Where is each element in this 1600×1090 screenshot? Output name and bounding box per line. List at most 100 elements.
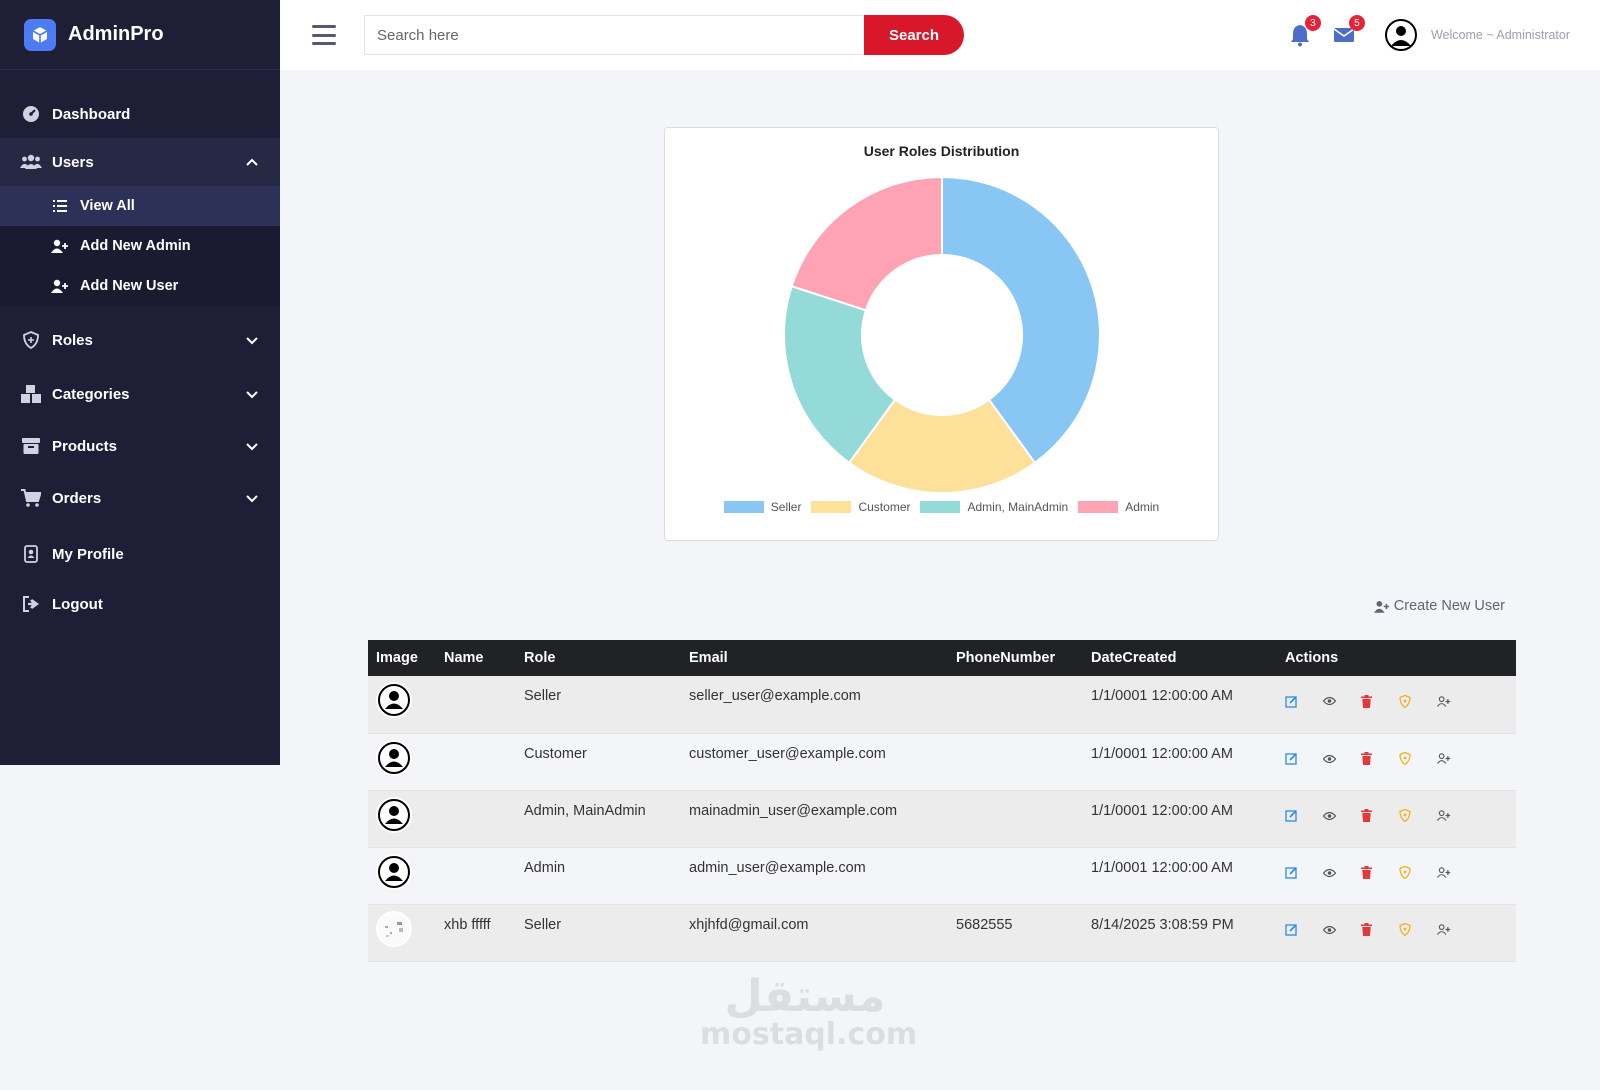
add-admin-button[interactable] bbox=[1437, 752, 1475, 766]
user-plus-icon bbox=[1437, 753, 1451, 764]
cell-name bbox=[436, 733, 516, 791]
column-header-role: Role bbox=[516, 640, 681, 676]
cell-role: Admin bbox=[516, 847, 681, 905]
user-icon bbox=[378, 798, 410, 831]
legend-swatch bbox=[1078, 501, 1119, 513]
user-plus-icon bbox=[50, 236, 70, 256]
sidebar-item-my-profile[interactable]: My Profile bbox=[0, 530, 280, 578]
photo-avatar-icon bbox=[378, 912, 410, 945]
sidebar-item-label: Logout bbox=[52, 595, 103, 613]
cell-role: Seller bbox=[516, 904, 681, 962]
edit-icon bbox=[1285, 695, 1297, 708]
column-header-date: DateCreated bbox=[1083, 640, 1277, 676]
chart-title: User Roles Distribution bbox=[863, 143, 1020, 159]
delete-button[interactable] bbox=[1361, 694, 1399, 708]
delete-button[interactable] bbox=[1361, 866, 1399, 880]
search-input[interactable] bbox=[364, 15, 864, 55]
assign-role-button[interactable] bbox=[1399, 923, 1437, 937]
legend-item[interactable]: Admin bbox=[1078, 500, 1159, 514]
sidebar-item-categories[interactable]: Categories bbox=[0, 370, 280, 418]
search-button[interactable]: Search bbox=[864, 15, 964, 55]
add-admin-button[interactable] bbox=[1437, 694, 1475, 708]
brand[interactable]: AdminPro bbox=[0, 0, 280, 70]
cell-email: mainadmin_user@example.com bbox=[681, 790, 948, 848]
users-submenu: View All Add New Admin Add New User bbox=[0, 186, 280, 306]
boxes-icon bbox=[20, 383, 42, 405]
legend-item[interactable]: Customer bbox=[811, 500, 910, 514]
assign-role-button[interactable] bbox=[1399, 809, 1437, 823]
create-new-user-link[interactable]: Create New User bbox=[1373, 598, 1505, 614]
assign-role-button[interactable] bbox=[1399, 752, 1437, 766]
sidebar-item-label: Products bbox=[52, 437, 118, 455]
id-badge-icon bbox=[20, 543, 42, 565]
cell-actions bbox=[1277, 733, 1516, 791]
delete-button[interactable] bbox=[1361, 923, 1399, 937]
sidebar-item-products[interactable]: Products bbox=[0, 422, 280, 470]
notifications-button[interactable]: 3 bbox=[1289, 15, 1321, 47]
delete-button[interactable] bbox=[1361, 809, 1399, 823]
view-button[interactable] bbox=[1323, 866, 1361, 880]
box-icon bbox=[20, 435, 42, 457]
user-icon bbox=[1390, 26, 1411, 46]
view-button[interactable] bbox=[1323, 694, 1361, 708]
add-admin-button[interactable] bbox=[1437, 809, 1475, 823]
view-button[interactable] bbox=[1323, 923, 1361, 937]
sidebar-item-logout[interactable]: Logout bbox=[0, 580, 280, 628]
sidebar-subitem-label: Add New User bbox=[80, 278, 179, 294]
edit-button[interactable] bbox=[1285, 752, 1323, 766]
shield-icon bbox=[1399, 752, 1411, 765]
logout-icon bbox=[20, 593, 42, 615]
sidebar-item-orders[interactable]: Orders bbox=[0, 474, 280, 522]
sidebar-subitem-label: View All bbox=[80, 198, 135, 214]
edit-button[interactable] bbox=[1285, 809, 1323, 823]
avatar[interactable] bbox=[1384, 19, 1417, 51]
view-button[interactable] bbox=[1323, 752, 1361, 766]
sidebar-item-label: Orders bbox=[52, 489, 102, 507]
cell-image bbox=[368, 676, 436, 734]
trash-icon bbox=[1361, 866, 1372, 879]
legend-item[interactable]: Seller bbox=[723, 500, 801, 514]
sidebar-subitem-view-all[interactable]: View All bbox=[0, 186, 280, 226]
user-plus-icon bbox=[1437, 695, 1451, 707]
assign-role-button[interactable] bbox=[1399, 694, 1437, 708]
assign-role-button[interactable] bbox=[1399, 866, 1437, 880]
cell-date: 1/1/0001 12:00:00 AM bbox=[1083, 790, 1277, 848]
view-button[interactable] bbox=[1323, 809, 1361, 823]
row-avatar[interactable] bbox=[376, 796, 412, 833]
menu-toggle-icon[interactable] bbox=[312, 25, 336, 45]
cube-icon bbox=[24, 18, 56, 51]
cell-date: 1/1/0001 12:00:00 AM bbox=[1083, 847, 1277, 905]
cell-actions bbox=[1277, 676, 1516, 734]
shield-icon bbox=[1399, 866, 1411, 879]
delete-button[interactable] bbox=[1361, 752, 1399, 766]
edit-icon bbox=[1285, 753, 1297, 765]
edit-button[interactable] bbox=[1285, 923, 1323, 937]
messages-button[interactable]: 5 bbox=[1333, 15, 1365, 47]
sidebar-subitem-add-new-admin[interactable]: Add New Admin bbox=[0, 226, 280, 266]
create-new-user-label: Create New User bbox=[1393, 598, 1505, 614]
user-plus-icon bbox=[50, 276, 70, 296]
pie-slice-admin[interactable] bbox=[790, 175, 943, 312]
row-avatar[interactable] bbox=[376, 682, 412, 718]
row-avatar[interactable] bbox=[376, 910, 412, 947]
cell-name: xhb fffff bbox=[436, 904, 516, 962]
cell-email: seller_user@example.com bbox=[681, 676, 948, 734]
user-plus-icon bbox=[1437, 867, 1451, 878]
sidebar-item-label: Users bbox=[52, 153, 94, 171]
eye-icon bbox=[1323, 696, 1336, 706]
sidebar-item-dashboard[interactable]: Dashboard bbox=[0, 90, 280, 138]
row-avatar[interactable] bbox=[376, 853, 412, 890]
cell-phone bbox=[948, 847, 1083, 905]
header-actions: 3 5 Welcome ~ Administrator bbox=[1289, 0, 1570, 70]
edit-button[interactable] bbox=[1285, 866, 1323, 880]
add-admin-button[interactable] bbox=[1437, 866, 1475, 880]
add-admin-button[interactable] bbox=[1437, 923, 1475, 937]
eye-icon bbox=[1323, 811, 1336, 820]
sidebar-item-users[interactable]: Users bbox=[0, 138, 280, 186]
edit-icon bbox=[1285, 867, 1297, 879]
edit-button[interactable] bbox=[1285, 694, 1323, 708]
legend-item[interactable]: Admin, MainAdmin bbox=[920, 500, 1068, 514]
sidebar-subitem-add-new-user[interactable]: Add New User bbox=[0, 266, 280, 306]
sidebar-item-roles[interactable]: Roles bbox=[0, 316, 280, 364]
row-avatar[interactable] bbox=[376, 739, 412, 776]
